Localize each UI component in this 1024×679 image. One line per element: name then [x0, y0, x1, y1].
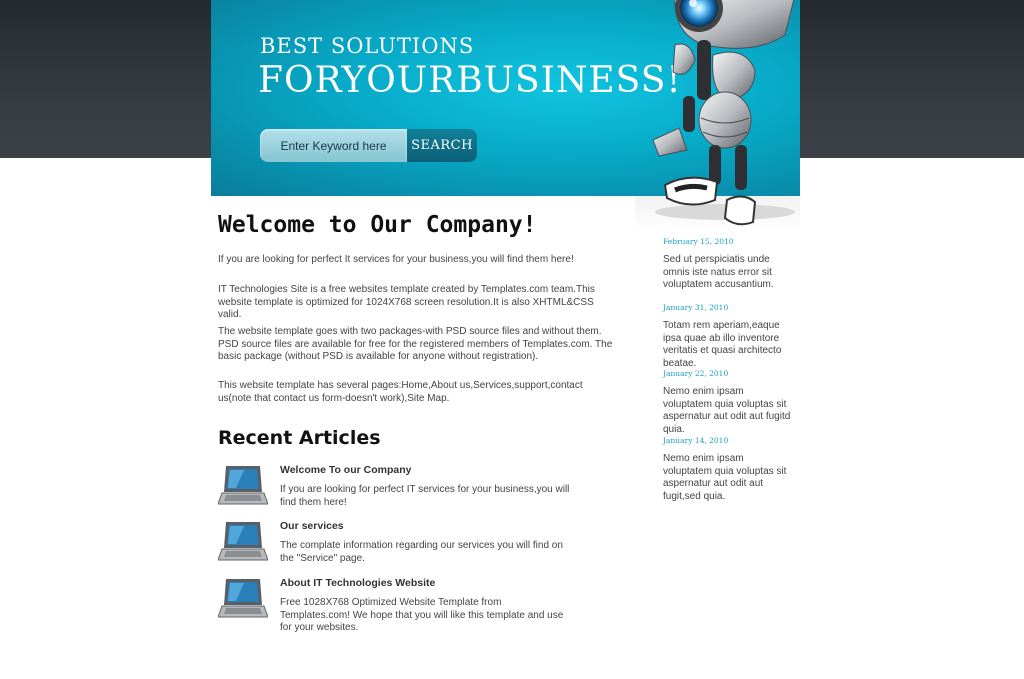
news-text: Sed ut perspiciatis unde omnis iste natu… — [663, 254, 774, 290]
article-text: The complate information regarding our s… — [280, 540, 563, 564]
recent-articles-title: Recent Articles — [218, 427, 381, 449]
intro-paragraph: If you are looking for perfect It servic… — [218, 254, 574, 265]
robot-illustration — [635, 0, 800, 233]
article-item[interactable]: Welcome To our Company If you are lookin… — [218, 464, 578, 520]
tagline-line1: BEST SOLUTIONS — [260, 34, 475, 58]
news-text: Nemo enim ipsam voluptatem quia voluptas… — [663, 386, 791, 435]
robot-icon — [652, 0, 795, 226]
article-item[interactable]: About IT Technologies Website Free 1028X… — [218, 577, 578, 633]
news-date[interactable]: January 22, 2010 — [663, 368, 795, 380]
search-button[interactable]: SEARCH — [407, 129, 477, 162]
main-content: Welcome to Our Company! If you are looki… — [218, 208, 618, 633]
news-item: January 31, 2010 Totam rem aperiam,eaque… — [663, 302, 795, 370]
news-item: January 14, 2010 Nemo enim ipsam volupta… — [663, 435, 795, 503]
search-box — [260, 129, 407, 162]
welcome-title: Welcome to Our Company! — [218, 212, 537, 238]
search-input[interactable] — [260, 129, 407, 162]
news-item: February 15, 2010 Sed ut perspiciatis un… — [663, 236, 795, 292]
tagline-line2: FORYOURBUSINESS! — [258, 60, 682, 101]
article-text: Free 1028X768 Optimized Website Template… — [280, 597, 564, 633]
news-item: January 22, 2010 Nemo enim ipsam volupta… — [663, 368, 795, 436]
article-text: If you are looking for perfect IT servic… — [280, 484, 570, 508]
article-title[interactable]: Our services — [280, 520, 344, 532]
news-date[interactable]: January 14, 2010 — [663, 435, 795, 447]
news-date[interactable]: January 31, 2010 — [663, 302, 795, 314]
news-text: Totam rem aperiam,eaque ipsa quae ab ill… — [663, 320, 782, 369]
laptop-icon — [218, 522, 268, 561]
article-title[interactable]: Welcome To our Company — [280, 464, 411, 476]
laptop-icon — [218, 579, 268, 618]
article-title[interactable]: About IT Technologies Website — [280, 577, 435, 589]
pages-paragraph: This website template has several pages:… — [218, 380, 583, 404]
packages-paragraph: The website template goes with two packa… — [218, 326, 613, 362]
about-paragraph: IT Technologies Site is a free websites … — [218, 284, 595, 320]
news-text: Nemo enim ipsam voluptatem quia voluptas… — [663, 453, 787, 502]
news-date[interactable]: February 15, 2010 — [663, 236, 795, 248]
article-item[interactable]: Our services The complate information re… — [218, 520, 578, 576]
laptop-icon — [218, 466, 268, 505]
